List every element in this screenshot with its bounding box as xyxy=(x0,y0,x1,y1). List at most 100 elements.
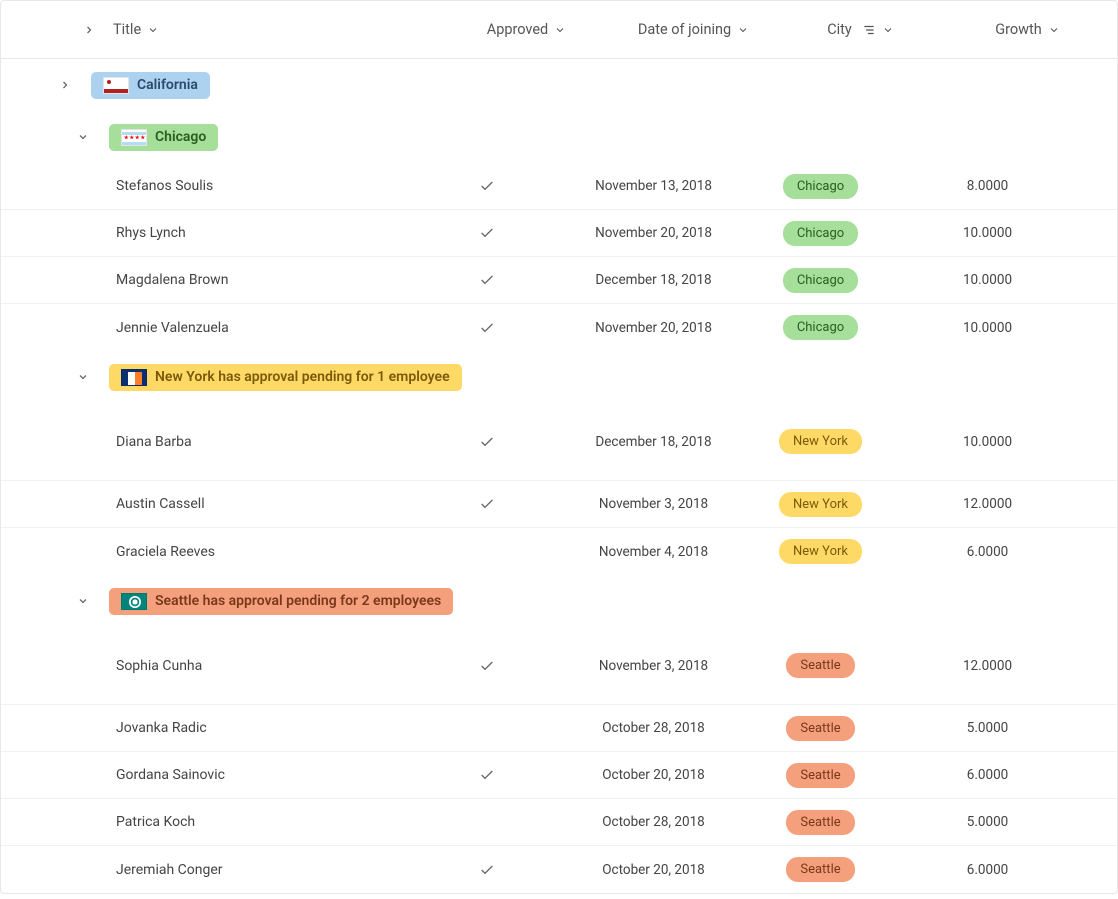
cell-growth: 12.0000 xyxy=(904,658,1071,674)
table-row[interactable]: Diana BarbaDecember 18, 2018New York10.0… xyxy=(1,403,1117,481)
city-pill: Chicago xyxy=(783,315,858,340)
cell-city: Chicago xyxy=(737,174,904,199)
chevron-down-icon xyxy=(737,24,749,36)
check-icon xyxy=(479,496,495,512)
cell-title: Graciela Reeves xyxy=(116,544,403,560)
cell-date: November 20, 2018 xyxy=(570,225,737,241)
check-icon xyxy=(479,767,495,783)
cell-approved xyxy=(403,320,570,336)
cell-title: Jennie Valenzuela xyxy=(116,320,403,336)
group-toggle-chicago[interactable] xyxy=(73,127,93,147)
table-row[interactable]: Graciela ReevesNovember 4, 2018New York6… xyxy=(1,528,1117,575)
cell-city: Chicago xyxy=(737,221,904,246)
check-icon xyxy=(479,434,495,450)
cell-date: November 20, 2018 xyxy=(570,320,737,336)
city-pill: Seattle xyxy=(786,857,854,882)
group-row-seattle: Seattle has approval pending for 2 emplo… xyxy=(1,575,1117,627)
table-row[interactable]: Rhys LynchNovember 20, 2018Chicago10.000… xyxy=(1,210,1117,257)
check-icon xyxy=(479,225,495,241)
group-label: Chicago xyxy=(155,129,206,145)
group-label: New York has approval pending for 1 empl… xyxy=(155,369,450,385)
city-pill: New York xyxy=(779,492,862,517)
cell-title: Gordana Sainovic xyxy=(116,767,403,783)
city-pill: Seattle xyxy=(786,653,854,678)
cell-city: New York xyxy=(737,429,904,454)
cell-date: October 28, 2018 xyxy=(570,814,737,830)
table-row[interactable]: Sophia CunhaNovember 3, 2018Seattle12.00… xyxy=(1,627,1117,705)
cell-city: Chicago xyxy=(737,268,904,293)
cell-date: December 18, 2018 xyxy=(570,272,737,288)
city-pill: Chicago xyxy=(783,268,858,293)
flag-icon xyxy=(121,369,147,386)
table-row[interactable]: Austin CassellNovember 3, 2018New York12… xyxy=(1,481,1117,528)
cell-growth: 10.0000 xyxy=(904,320,1071,336)
cell-city: Seattle xyxy=(737,763,904,788)
cell-approved xyxy=(403,862,570,878)
cell-approved xyxy=(403,658,570,674)
check-icon xyxy=(479,272,495,288)
check-icon xyxy=(479,658,495,674)
table-row[interactable]: Gordana Sainovic October 20, 2018 Seattle 6… xyxy=(1,752,1117,799)
expand-all-toggle[interactable] xyxy=(79,20,99,40)
cell-approved xyxy=(403,434,570,450)
cell-growth: 6.0000 xyxy=(904,862,1071,878)
cell-approved xyxy=(403,496,570,512)
column-header-date[interactable]: Date of joining xyxy=(610,21,777,38)
cell-growth: 12.0000 xyxy=(904,496,1071,512)
table-row[interactable]: Jennie Valenzuela November 20, 2018 Chicag… xyxy=(1,304,1117,351)
group-tag-chicago[interactable]: Chicago xyxy=(109,124,218,151)
cell-date: October 20, 2018 xyxy=(570,767,737,783)
group-toggle-newyork[interactable] xyxy=(73,367,93,387)
data-grid: Title Approved Date of joining xyxy=(0,0,1118,894)
cell-title: Sophia Cunha xyxy=(116,658,403,674)
group-tag-seattle[interactable]: Seattle has approval pending for 2 emplo… xyxy=(109,588,453,615)
cell-growth: 10.0000 xyxy=(904,272,1071,288)
cell-title: Stefanos Soulis xyxy=(116,178,403,194)
group-label: California xyxy=(137,77,198,93)
group-by-icon xyxy=(862,23,876,37)
cell-city: New York xyxy=(737,539,904,564)
column-header-growth[interactable]: Growth xyxy=(944,21,1111,38)
group-row-newyork: New York has approval pending for 1 empl… xyxy=(1,351,1117,403)
table-row[interactable]: Magdalena Brown December 18, 2018 Chicago 1… xyxy=(1,257,1117,304)
table-row[interactable]: Jovanka RadicOctober 28, 2018Seattle5.00… xyxy=(1,705,1117,752)
flag-icon xyxy=(121,129,147,146)
column-header-approved[interactable]: Approved xyxy=(443,21,610,38)
group-row-california: California xyxy=(1,59,1117,111)
cell-growth: 6.0000 xyxy=(904,767,1071,783)
cell-title: Rhys Lynch xyxy=(116,225,403,241)
city-pill: Seattle xyxy=(786,763,854,788)
table-row[interactable]: Patrica KochOctober 28, 2018Seattle5.000… xyxy=(1,799,1117,846)
group-tag-newyork[interactable]: New York has approval pending for 1 empl… xyxy=(109,364,462,391)
cell-growth: 5.0000 xyxy=(904,720,1071,736)
cell-approved xyxy=(403,225,570,241)
group-toggle-seattle[interactable] xyxy=(73,591,93,611)
cell-date: December 18, 2018 xyxy=(570,434,737,450)
check-icon xyxy=(479,320,495,336)
column-header-title[interactable]: Title xyxy=(113,21,443,38)
cell-date: October 20, 2018 xyxy=(570,862,737,878)
group-tag-california[interactable]: California xyxy=(91,72,210,99)
cell-city: New York xyxy=(737,492,904,517)
chevron-down-icon xyxy=(1048,24,1060,36)
column-header-city[interactable]: City xyxy=(777,21,944,38)
flag-icon xyxy=(121,593,147,610)
cell-date: November 3, 2018 xyxy=(570,496,737,512)
group-row-chicago: Chicago xyxy=(1,111,1117,163)
city-pill: New York xyxy=(779,429,862,454)
cell-date: November 4, 2018 xyxy=(570,544,737,560)
table-row[interactable]: Stefanos Soulis November 13, 2018Chicago8… xyxy=(1,163,1117,210)
flag-icon xyxy=(103,77,129,94)
cell-growth: 8.0000 xyxy=(904,178,1071,194)
group-toggle-california[interactable] xyxy=(55,75,75,95)
cell-title: Magdalena Brown xyxy=(116,272,403,288)
check-icon xyxy=(479,178,495,194)
cell-city: Seattle xyxy=(737,653,904,678)
cell-date: November 13, 2018 xyxy=(570,178,737,194)
chevron-down-icon xyxy=(882,24,894,36)
table-row[interactable]: Jeremiah Conger October 20, 2018 Seattle 6.… xyxy=(1,846,1117,893)
cell-title: Jeremiah Conger xyxy=(116,862,403,878)
chevron-down-icon xyxy=(147,24,159,36)
cell-title: Diana Barba xyxy=(116,434,403,450)
city-pill: Chicago xyxy=(783,221,858,246)
